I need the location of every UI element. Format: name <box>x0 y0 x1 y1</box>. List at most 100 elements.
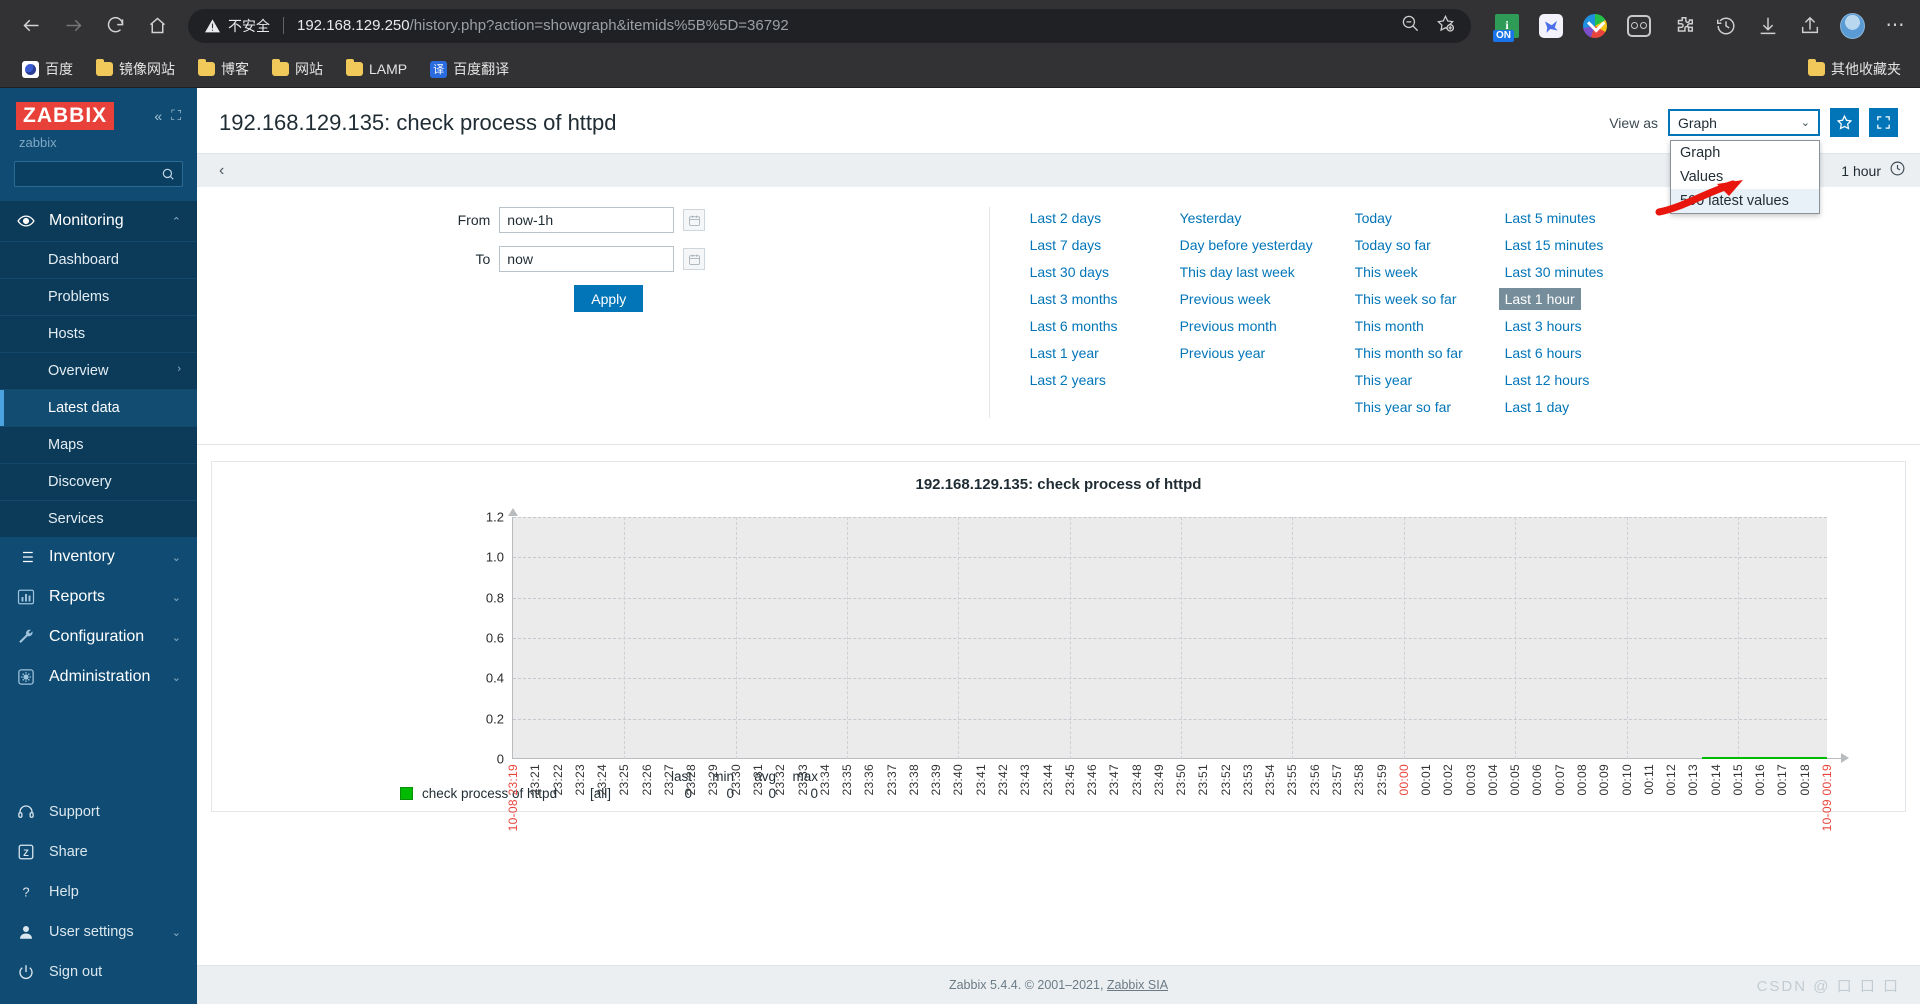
sidebar-item-overview[interactable]: Overview › <box>0 352 197 389</box>
favorite-star-button[interactable] <box>1830 108 1859 137</box>
preset-this-day-last-week[interactable]: This day last week <box>1174 261 1301 283</box>
bookmark-blog[interactable]: 博客 <box>189 55 258 83</box>
preset-last-1-hour[interactable]: Last 1 hour <box>1498 288 1581 310</box>
preset-last-1-day[interactable]: Last 1 day <box>1499 396 1576 418</box>
preset-previous-week[interactable]: Previous week <box>1174 288 1277 310</box>
bookmark-baidu-translate[interactable]: 译 百度翻译 <box>421 55 518 83</box>
oo-extension-icon[interactable] <box>1627 13 1652 38</box>
from-calendar-icon[interactable] <box>683 209 706 231</box>
to-calendar-icon[interactable] <box>683 248 706 270</box>
preset-last-6-hours[interactable]: Last 6 hours <box>1499 342 1588 364</box>
other-bookmarks-folder[interactable]: 其他收藏夹 <box>1799 55 1907 83</box>
sidebar-item-share[interactable]: Z Share <box>0 832 197 872</box>
profile-avatar[interactable] <box>1839 12 1865 39</box>
sidebar-item-user-settings[interactable]: User settings ⌄ <box>0 912 197 952</box>
forward-arrow-icon[interactable] <box>52 5 94 47</box>
sidebar-item-label: Share <box>49 844 88 860</box>
sidebar-item-hosts[interactable]: Hosts <box>0 315 197 352</box>
preset-last-15-minutes[interactable]: Last 15 minutes <box>1499 234 1610 256</box>
sidebar-item-administration[interactable]: Administration ⌄ <box>0 657 197 697</box>
preset-day-before-yesterday[interactable]: Day before yesterday <box>1174 234 1319 256</box>
preset-this-week[interactable]: This week <box>1349 261 1424 283</box>
chevron-down-icon: ⌄ <box>171 926 181 939</box>
preset-last-2-days[interactable]: Last 2 days <box>1024 207 1108 229</box>
vertical-gridline <box>958 517 960 759</box>
preset-today-so-far[interactable]: Today so far <box>1349 234 1437 256</box>
sidebar-item-services[interactable]: Services <box>0 500 197 537</box>
share-icon[interactable] <box>1798 13 1823 38</box>
home-icon[interactable] <box>136 5 178 47</box>
chevron-left-icon[interactable]: ‹ <box>211 162 232 180</box>
kiosk-mode-button[interactable] <box>1869 108 1898 137</box>
preset-last-30-minutes[interactable]: Last 30 minutes <box>1499 261 1610 283</box>
from-input[interactable] <box>499 207 675 233</box>
reload-icon[interactable] <box>94 5 136 47</box>
bookmark-baidu[interactable]: 百度 <box>13 55 82 83</box>
preset-last-7-days[interactable]: Last 7 days <box>1024 234 1108 256</box>
download-icon[interactable] <box>1756 13 1781 38</box>
preset-last-30-days[interactable]: Last 30 days <box>1024 261 1115 283</box>
x-axis-tick: 23:38 <box>906 764 921 796</box>
preset-this-year[interactable]: This year <box>1349 369 1419 391</box>
preset-last-1-year[interactable]: Last 1 year <box>1024 342 1105 364</box>
preset-this-month-so-far[interactable]: This month so far <box>1349 342 1469 364</box>
view-as-option-values[interactable]: Values <box>1671 165 1819 189</box>
zabbix-logo[interactable]: ZABBIX <box>16 102 115 130</box>
preset-last-6-months[interactable]: Last 6 months <box>1024 315 1124 337</box>
preset-this-week-so-far[interactable]: This week so far <box>1349 288 1463 310</box>
browser-menu-icon[interactable]: ⋯ <box>1882 14 1911 37</box>
sidebar-item-help[interactable]: ? Help <box>0 872 197 912</box>
zabbix-sia-link[interactable]: Zabbix SIA <box>1107 978 1168 992</box>
hide-sidebar-icon[interactable]: ⛶ <box>171 107 181 124</box>
sidebar-item-reports[interactable]: Reports ⌄ <box>0 577 197 617</box>
bookmark-label: 网站 <box>295 61 323 77</box>
header-controls: View as Graph ⌄ Graph Values 500 latest … <box>1609 108 1898 214</box>
add-bookmark-icon[interactable] <box>1436 14 1455 38</box>
preset-yesterday[interactable]: Yesterday <box>1174 207 1248 229</box>
sidebar-group-monitoring[interactable]: Monitoring ⌃ <box>0 201 197 241</box>
sidebar-item-sign-out[interactable]: Sign out <box>0 952 197 992</box>
collapse-icon[interactable]: « <box>154 108 162 124</box>
puzzle-extensions-icon[interactable] <box>1672 13 1697 38</box>
sidebar-item-maps[interactable]: Maps <box>0 426 197 463</box>
view-as-option-graph[interactable]: Graph <box>1671 141 1819 165</box>
search-input[interactable] <box>22 166 161 182</box>
vertical-gridline <box>1292 517 1294 759</box>
preset-previous-month[interactable]: Previous month <box>1174 315 1283 337</box>
bookmark-lamp[interactable]: LAMP <box>337 57 416 81</box>
preset-last-12-hours[interactable]: Last 12 hours <box>1499 369 1596 391</box>
sidebar-item-configuration[interactable]: Configuration ⌄ <box>0 617 197 657</box>
sidebar-item-inventory[interactable]: Inventory ⌄ <box>0 537 197 577</box>
history-icon[interactable] <box>1714 13 1739 38</box>
ublock-on-extension-icon[interactable]: i ON <box>1493 13 1520 42</box>
sidebar-item-discovery[interactable]: Discovery <box>0 463 197 500</box>
preset-previous-year[interactable]: Previous year <box>1174 342 1272 364</box>
clock-icon[interactable] <box>1889 160 1906 182</box>
preset-this-month[interactable]: This month <box>1349 315 1430 337</box>
search-box[interactable] <box>14 161 183 187</box>
sidebar-item-dashboard[interactable]: Dashboard <box>0 241 197 278</box>
preset-last-3-hours[interactable]: Last 3 hours <box>1499 315 1588 337</box>
sidebar-item-latest-data[interactable]: Latest data <box>0 389 197 426</box>
preset-today[interactable]: Today <box>1349 207 1398 229</box>
bookmark-mirror-sites[interactable]: 镜像网站 <box>87 55 184 83</box>
zoom-out-icon[interactable] <box>1401 14 1420 38</box>
address-bar[interactable]: 不安全 192.168.129.250/history.php?action=s… <box>188 8 1471 43</box>
blue-bird-extension-icon[interactable] <box>1539 13 1564 38</box>
view-as-option-500-latest-values[interactable]: 500 latest values <box>1671 189 1819 213</box>
sidebar-header: ZABBIX « ⛶ <box>0 88 197 130</box>
preset-last-2-years[interactable]: Last 2 years <box>1024 369 1112 391</box>
preset-last-3-months[interactable]: Last 3 months <box>1024 288 1124 310</box>
view-as-select[interactable]: Graph ⌄ Graph Values 500 latest values <box>1668 109 1820 214</box>
preset-this-year-so-far[interactable]: This year so far <box>1349 396 1457 418</box>
apply-button[interactable]: Apply <box>574 285 644 312</box>
preset-last-5-minutes[interactable]: Last 5 minutes <box>1499 207 1602 229</box>
x-axis-tick: 23:45 <box>1062 764 1077 796</box>
sidebar-item-support[interactable]: Support <box>0 792 197 832</box>
back-arrow-icon[interactable] <box>10 5 52 47</box>
sidebar-item-problems[interactable]: Problems <box>0 278 197 315</box>
idm-download-extension-icon[interactable] <box>1583 13 1608 38</box>
to-input[interactable] <box>499 246 675 272</box>
plot-canvas[interactable]: 0 0.2 0.4 0.6 0.8 1.0 1.2 10-08 23:19 23:21 23:22… <box>486 508 1849 831</box>
bookmark-website[interactable]: 网站 <box>263 55 332 83</box>
